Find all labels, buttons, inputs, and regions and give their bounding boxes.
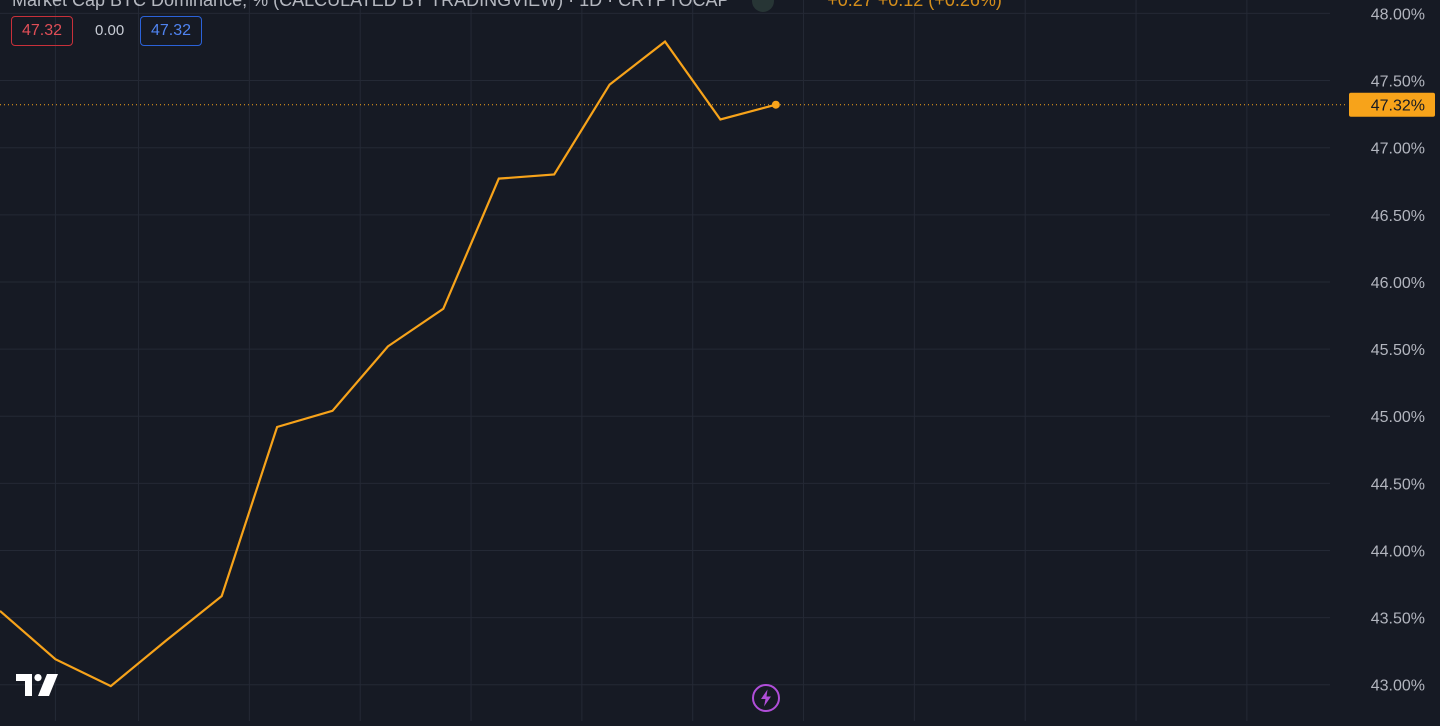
open-value-badge: 47.32 [11, 16, 74, 46]
y-tick-label: 43.50% [1371, 611, 1425, 628]
chart-area[interactable]: 43.00% 43.50% 44.00% 44.50% 45.00% 45.50% 46.0… [0, 0, 1440, 721]
y-tick-label: 44.50% [1371, 476, 1425, 493]
y-tick-label: 44.00% [1371, 543, 1425, 560]
lightning-icon[interactable] [751, 683, 781, 713]
y-tick-label: 45.50% [1371, 342, 1425, 359]
series-layer [0, 40, 780, 688]
header-change: +0.27 +0.12 (+0.26%) [827, 0, 1002, 10]
y-tick-label: 43.00% [1371, 678, 1425, 695]
status-dot [752, 0, 775, 13]
y-tick-label: 46.50% [1371, 208, 1425, 225]
last-price-tag-label: 47.32% [1371, 98, 1425, 115]
y-tick-label: 47.00% [1371, 141, 1425, 158]
chart-title: Market Cap BTC Dominance, % (CALCULATED … [12, 0, 730, 10]
y-axis: 43.00% 43.50% 44.00% 44.50% 45.00% 45.50% 46.0… [1349, 6, 1435, 695]
y-tick-label: 48.00% [1371, 6, 1425, 23]
chart-svg[interactable]: 43.00% 43.50% 44.00% 44.50% 45.00% 45.50% 46.0… [0, 0, 1440, 721]
tradingview-logo-icon[interactable] [16, 674, 60, 698]
y-tick-label: 45.00% [1371, 409, 1425, 426]
last-point-marker [771, 100, 780, 109]
series-line [0, 40, 777, 688]
change-value-text: 0.00 [95, 22, 125, 39]
y-tick-label: 46.00% [1371, 275, 1425, 292]
y-tick-label: 47.50% [1371, 74, 1425, 91]
close-value-badge: 47.32 [140, 16, 203, 46]
chart-header: Market Cap BTC Dominance, % (CALCULATED … [12, 0, 1002, 13]
